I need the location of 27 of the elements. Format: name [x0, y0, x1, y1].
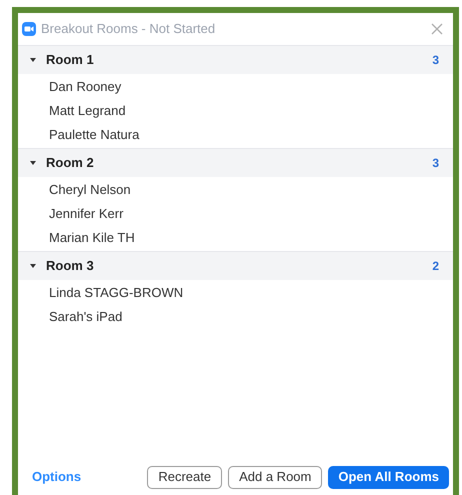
- window-title: Breakout Rooms - Not Started: [41, 20, 216, 38]
- participant-name[interactable]: Dan Rooney: [49, 77, 122, 97]
- room-name: Room 2: [46, 154, 94, 172]
- footer-button[interactable]: Recreate: [147, 466, 222, 488]
- video-camera-icon: [22, 22, 36, 36]
- participant-name[interactable]: Paulette Natura: [49, 125, 140, 145]
- room-header[interactable]: Room 1 3: [18, 45, 453, 74]
- caret-icon: [30, 160, 36, 166]
- room-header[interactable]: Room 3 2: [18, 251, 453, 280]
- room-name: Room 1: [46, 51, 94, 70]
- close-icon: [431, 23, 443, 35]
- room-header[interactable]: Room 2 3: [18, 148, 453, 177]
- participant-name[interactable]: Linda STAGG-BROWN: [49, 283, 184, 303]
- participant-count: 2: [432, 258, 439, 275]
- close-button[interactable]: [429, 21, 445, 37]
- participant-name[interactable]: Matt Legrand: [49, 101, 126, 121]
- caret-icon: [30, 263, 36, 269]
- participant-count: 3: [432, 52, 439, 69]
- participant-name[interactable]: Sarah's iPad: [49, 307, 122, 327]
- participant-name[interactable]: Marian Kile TH: [49, 228, 135, 248]
- participant-name[interactable]: Cheryl Nelson: [49, 180, 131, 200]
- caret-icon: [30, 57, 36, 63]
- participant-name[interactable]: Jennifer Kerr: [49, 204, 124, 224]
- footer-button[interactable]: Add a Room: [228, 466, 322, 488]
- room-name: Room 3: [46, 257, 94, 276]
- open-all-rooms-button[interactable]: Open All Rooms: [328, 466, 449, 488]
- participant-count: 3: [432, 155, 439, 172]
